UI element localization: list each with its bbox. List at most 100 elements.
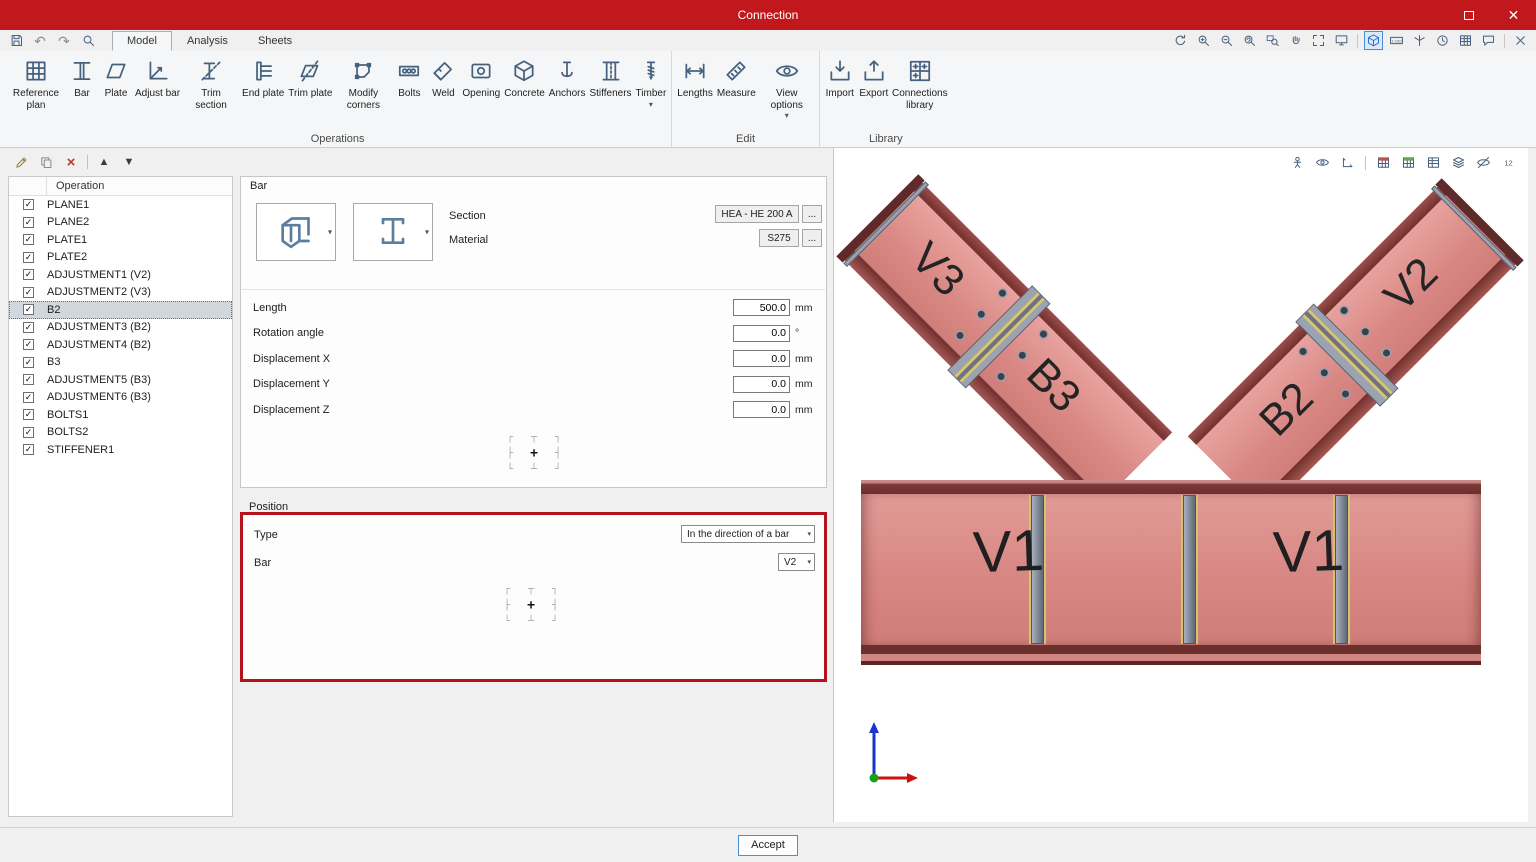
checkbox[interactable]: ✓ xyxy=(23,321,34,333)
checkbox[interactable]: ✓ xyxy=(23,269,34,281)
align-mark[interactable]: ┘ xyxy=(543,613,567,629)
align-mark[interactable]: ┌ xyxy=(495,581,519,597)
align-mark[interactable]: ┤ xyxy=(546,445,570,461)
ribbon-button-timber[interactable]: Timber ▾ xyxy=(634,54,669,111)
bar-dropdown[interactable]: V2 ▾ xyxy=(778,553,815,571)
axonometry-icon[interactable] xyxy=(1410,31,1429,50)
operation-row[interactable]: ✓ PLATE2 xyxy=(9,249,232,267)
view-history-icon[interactable] xyxy=(1433,31,1452,50)
pan-icon[interactable] xyxy=(1286,31,1305,50)
tab-sheets[interactable]: Sheets xyxy=(243,31,307,51)
ribbon-button-modify-corners[interactable]: Modify corners xyxy=(334,54,392,113)
operation-row[interactable]: ✓ ADJUSTMENT6 (B3) xyxy=(9,389,232,407)
checkbox[interactable]: ✓ xyxy=(23,339,34,351)
align-mark[interactable]: ┬ xyxy=(519,581,543,597)
full-screen-icon[interactable] xyxy=(1332,31,1351,50)
align-mark[interactable]: ├ xyxy=(495,597,519,613)
comment-icon[interactable] xyxy=(1479,31,1498,50)
section-type-picker[interactable]: ▾ xyxy=(256,203,336,261)
operation-row[interactable]: ✓ STIFFENER1 xyxy=(9,441,232,459)
titlebar[interactable]: Connection ✕ xyxy=(0,0,1536,30)
ribbon-button-opening[interactable]: Opening xyxy=(460,54,502,102)
checkbox[interactable]: ✓ xyxy=(23,356,34,368)
operation-row[interactable]: ✓ ADJUSTMENT1 (V2) xyxy=(9,266,232,284)
align-mark[interactable]: └ xyxy=(495,613,519,629)
ribbon-button-bar[interactable]: Bar xyxy=(65,54,99,102)
shaded-view-icon[interactable] xyxy=(1364,31,1383,50)
operation-row[interactable]: ✓ ADJUSTMENT2 (V3) xyxy=(9,284,232,302)
ribbon-button-connections-library[interactable]: Connections library xyxy=(891,54,949,113)
displacement-z-input[interactable] xyxy=(733,401,790,419)
align-mark[interactable]: ┐ xyxy=(543,581,567,597)
move-down-icon[interactable]: ▼ xyxy=(120,153,138,171)
checkbox[interactable]: ✓ xyxy=(23,234,34,246)
beam-v1[interactable]: V1 V1 xyxy=(861,480,1481,665)
operation-row[interactable]: ✓ B2 xyxy=(9,301,232,319)
ribbon-button-trim-section[interactable]: Trim section xyxy=(182,54,240,113)
ribbon-button-reference-plan[interactable]: Reference plan xyxy=(7,54,65,113)
align-center-mark[interactable]: + xyxy=(519,597,543,613)
human-figure-icon[interactable] xyxy=(1288,153,1307,172)
material-more-button[interactable]: ... xyxy=(802,229,822,247)
operation-row[interactable]: ✓ ADJUSTMENT3 (B2) xyxy=(9,319,232,337)
checkbox[interactable]: ✓ xyxy=(23,426,34,438)
beam-b3-v3[interactable]: V3 B3 xyxy=(836,174,1173,511)
ribbon-button-weld[interactable]: Weld xyxy=(426,54,460,102)
displacement-x-input[interactable] xyxy=(733,350,790,368)
fit-view-icon[interactable] xyxy=(1309,31,1328,50)
material-value-button[interactable]: S275 xyxy=(759,229,799,247)
scale-1-100-icon[interactable]: 1:100 xyxy=(1387,31,1406,50)
operation-row[interactable]: ✓ B3 xyxy=(9,354,232,372)
ribbon-button-bolts[interactable]: Bolts xyxy=(392,54,426,102)
zoom-window-icon[interactable] xyxy=(1263,31,1282,50)
checkbox[interactable]: ✓ xyxy=(23,286,34,298)
align-mark[interactable]: ┬ xyxy=(522,429,546,445)
close-button[interactable]: ✕ xyxy=(1491,0,1536,30)
align-mark[interactable]: ┌ xyxy=(498,429,522,445)
ribbon-button-anchors[interactable]: Anchors xyxy=(547,54,588,102)
ribbon-button-trim-plate[interactable]: Trim plate xyxy=(286,54,334,102)
length-input[interactable] xyxy=(733,299,790,317)
ribbon-button-adjust-bar[interactable]: Adjust bar xyxy=(133,54,182,102)
plate-colors-icon[interactable] xyxy=(1399,153,1418,172)
rotate-view-icon[interactable] xyxy=(1171,31,1190,50)
undo-icon[interactable]: ↶ xyxy=(30,32,50,50)
ribbon-button-lengths[interactable]: Lengths xyxy=(675,54,715,102)
rotation-angle-input[interactable] xyxy=(733,324,790,342)
checkbox[interactable]: ✓ xyxy=(23,304,34,316)
report-table-icon[interactable] xyxy=(1456,31,1475,50)
tab-analysis[interactable]: Analysis xyxy=(172,31,243,51)
zoom-all-icon[interactable] xyxy=(1240,31,1259,50)
operation-row[interactable]: ✓ ADJUSTMENT5 (B3) xyxy=(9,371,232,389)
zoom-out-icon[interactable] xyxy=(1217,31,1236,50)
accept-button[interactable]: Accept xyxy=(738,834,798,856)
hide-objects-icon[interactable] xyxy=(1474,153,1493,172)
section-shape-picker[interactable]: ▾ xyxy=(353,203,433,261)
copy-icon[interactable] xyxy=(37,153,55,171)
redo-icon[interactable]: ↷ xyxy=(54,32,74,50)
viewport[interactable]: 12 V3 B3 B2 V2 V1 V1 xyxy=(833,148,1528,822)
operation-row[interactable]: ✓ PLANE1 xyxy=(9,196,232,214)
align-center-mark[interactable]: + xyxy=(522,445,546,461)
ribbon-button-import[interactable]: Import xyxy=(823,54,857,102)
operation-row[interactable]: ✓ BOLTS2 xyxy=(9,424,232,442)
section-more-button[interactable]: ... xyxy=(802,205,822,223)
results-table-icon[interactable] xyxy=(1424,153,1443,172)
align-mark[interactable]: └ xyxy=(498,461,522,477)
checkbox[interactable]: ✓ xyxy=(23,374,34,386)
checkbox[interactable]: ✓ xyxy=(23,251,34,263)
type-dropdown[interactable]: In the direction of a bar ▾ xyxy=(681,525,815,543)
checkbox[interactable]: ✓ xyxy=(23,409,34,421)
displacement-y-input[interactable] xyxy=(733,375,790,393)
ribbon-button-plate[interactable]: Plate xyxy=(99,54,133,102)
checkbox[interactable]: ✓ xyxy=(23,216,34,228)
section-value-button[interactable]: HEA - HE 200 A xyxy=(715,205,799,223)
edit-icon[interactable] xyxy=(12,153,30,171)
operation-row[interactable]: ✓ PLATE1 xyxy=(9,231,232,249)
ribbon-button-export[interactable]: Export xyxy=(857,54,891,102)
delete-icon[interactable]: × xyxy=(62,153,80,171)
align-mark[interactable]: ┘ xyxy=(546,461,570,477)
numbering-icon[interactable]: 12 xyxy=(1499,153,1518,172)
member-colors-icon[interactable] xyxy=(1374,153,1393,172)
ribbon-button-view-options[interactable]: View options ▾ xyxy=(758,54,816,122)
